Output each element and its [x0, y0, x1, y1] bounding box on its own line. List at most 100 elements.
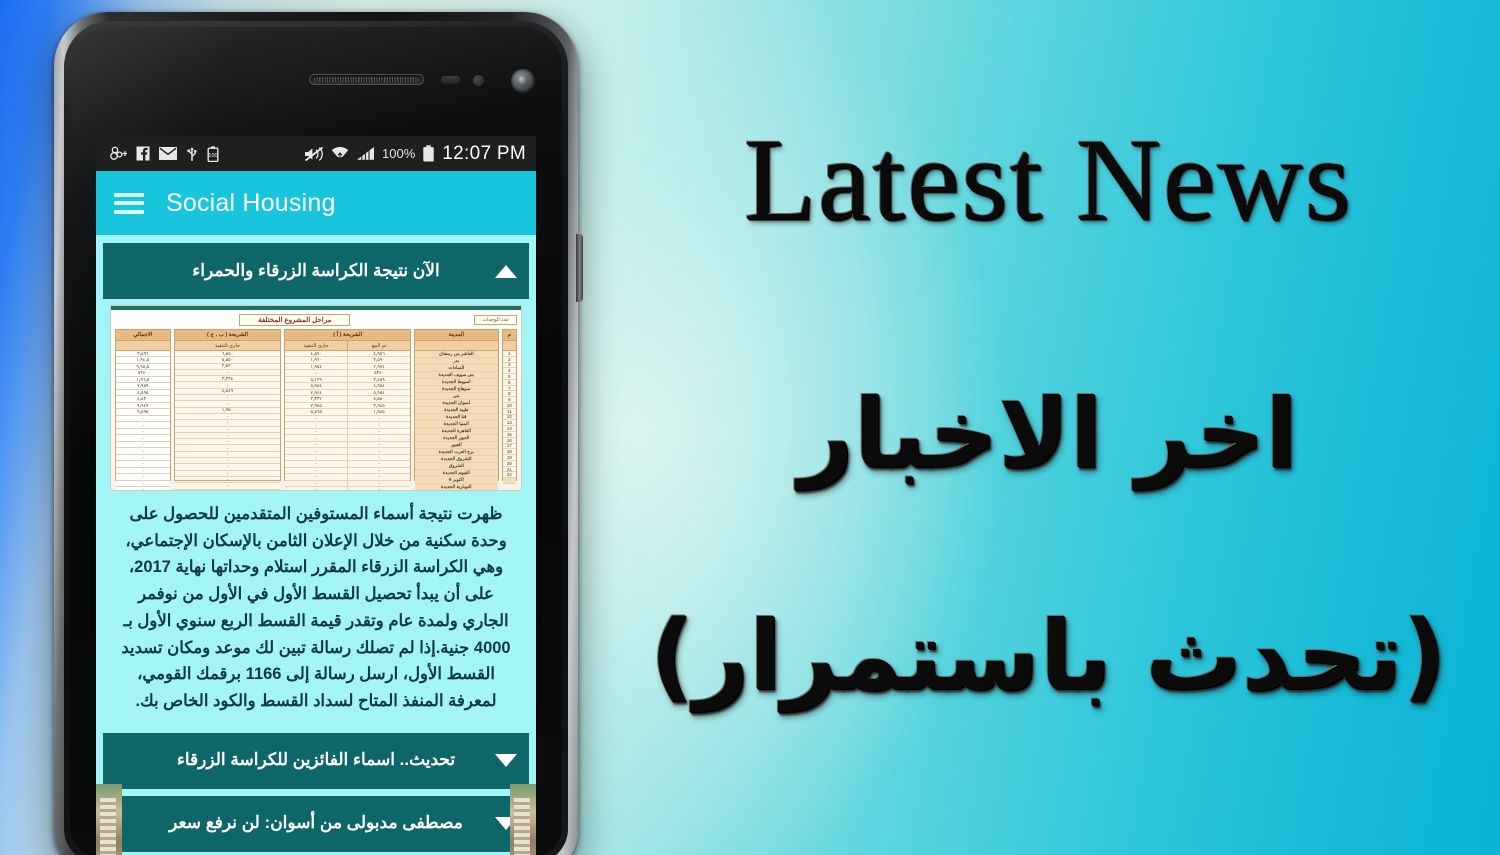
- table-cell: ٣٫٣٣٢: [285, 396, 349, 402]
- table-row: بنى: [415, 393, 498, 400]
- table-cell: قنا الجديدة: [415, 414, 498, 420]
- usb-icon: [186, 146, 198, 162]
- news-accordion-header-2[interactable]: تحديث.. اسماء الفائزين للكراسة الزرقاء: [103, 732, 529, 789]
- table-cell: -: [115, 415, 170, 422]
- news-list[interactable]: الآن نتيجة الكراسة الزرقاء والحمراء عدد …: [96, 235, 536, 855]
- table-stage-bc-cells: ٦٫٥٥٠ ٥٫٥٥٠ ٣٫٥٢٠-٣٫٣٣٤-٤٫٥٤٩- -١٫٩٥٠- - - - - -…: [174, 351, 281, 490]
- table-row: برج العرب الجديدة: [415, 449, 498, 456]
- table-cell: -: [226, 477, 229, 483]
- email-icon: [159, 147, 177, 160]
- news-table-image: عدد الوحدات مراحل المشروع المختلفة م 123…: [110, 305, 522, 491]
- table-cell: -: [115, 454, 170, 461]
- table-cell: -: [378, 454, 380, 460]
- table-cell: -: [115, 480, 170, 487]
- table-cell: -: [378, 487, 380, 491]
- table-cell: -: [285, 487, 349, 490]
- table-cell: -: [226, 395, 229, 401]
- hamburger-menu-icon[interactable]: [114, 192, 144, 214]
- table-cell: 2: [508, 356, 511, 362]
- news-thumbnail-left: [96, 784, 122, 855]
- table-cell: -: [378, 480, 380, 486]
- table-cell: ٣٫٥٩٠: [373, 357, 385, 363]
- table-cell: 7: [508, 385, 511, 391]
- google-plus-icon: [110, 146, 127, 161]
- table-cell: -: [115, 422, 170, 428]
- table-cell: -: [226, 370, 229, 376]
- table-cell: -: [115, 428, 170, 435]
- news-accordion-title-1: الآن نتيجة الكراسة الزرقاء والحمراء: [192, 260, 440, 280]
- table-row: الفيوم الجديدة: [415, 470, 498, 477]
- table-row: السادات: [415, 365, 498, 372]
- table-badge: عدد الوحدات: [474, 315, 517, 325]
- facebook-icon: [136, 146, 150, 161]
- table-cell: بنى: [415, 393, 498, 399]
- table-index-cells: 1 2 3 4 5 6 7 8 9 10 11 12 13 14 15 16 17 18 19 20 21 22: [502, 351, 516, 484]
- table-cell: ٤٫٥٩٠: [285, 351, 349, 357]
- table-cell: ٣٫٣٣٤: [221, 376, 234, 381]
- news-accordion-header-1[interactable]: الآن نتيجة الكراسة الزرقاء والحمراء: [103, 243, 529, 299]
- table-header-stage-a: الشريحة ( أ ): [285, 330, 411, 341]
- table-cell: -: [285, 422, 349, 428]
- table-cell: 6 أكتوبر: [415, 477, 498, 483]
- light-sensor-icon: [473, 75, 484, 86]
- table-row: بنى سويف الجديدة: [415, 372, 498, 379]
- proximity-sensor-icon: [441, 76, 460, 84]
- table-column-index: م 1 2 3 4 5 6 7 8 9 10 11 12 13 14 15 16 17 18 19 20 21 22: [501, 329, 517, 484]
- table-cell: العاشر من رمضان: [415, 351, 498, 357]
- table-cell: -: [285, 370, 349, 376]
- table-cell: 4: [508, 368, 511, 374]
- power-button[interactable]: [576, 234, 583, 302]
- table-cell: ٤٫٥٤٩: [221, 388, 234, 394]
- table-cell: ٣٫٥٢٠: [221, 363, 234, 369]
- news-body-text-1: ظهرت نتيجة أسماء المستوفين المتقدمين للح…: [121, 505, 511, 711]
- table-row: قنا الجديدة: [415, 414, 498, 421]
- table-cell: 16: [506, 437, 512, 443]
- table-cell: -: [285, 467, 349, 474]
- table-cell: ١٫٩٥٤: [285, 363, 349, 370]
- table-cell: ٨٫٥٥٠: [373, 396, 385, 402]
- table-cell: 1٫٩٥٦: [373, 351, 385, 356]
- table-cell: ١٫٩٦٫٥: [115, 376, 170, 383]
- caret-down-icon: [495, 754, 517, 768]
- table-cell: 12: [506, 414, 512, 420]
- earpiece-speaker-icon: [309, 74, 424, 85]
- news-accordion-panel-1: عدد الوحدات مراحل المشروع المختلفة م 123…: [103, 299, 529, 731]
- table-cell: ١٫٩٤٫٥: [115, 357, 170, 363]
- table-cell: -: [226, 420, 229, 426]
- table-cell: -: [285, 448, 349, 454]
- table-cell: -: [378, 416, 380, 422]
- table-column-stage-a: الشريحة ( أ ) تم البيع جارى التنفيذ 1٫٩٥…: [284, 329, 412, 490]
- table-cell: -: [226, 401, 229, 407]
- table-cell: ٣٫٩٤٥: [373, 402, 385, 408]
- table-cell: النوبارية الجديدة: [415, 484, 498, 490]
- table-column-total: الاجمالي ٣٫٥٩٦ ١٫٩٤٫٥ ٩٫٩٥٫٥ ٥٣٤٠ ١٫٩٦٫٥ ٧٫٩٥…: [114, 329, 171, 490]
- table-cell: العبور الجديدة: [415, 435, 498, 441]
- table-cell: ٦٫٥٥٠: [221, 351, 234, 356]
- table-subheader-a1: تم البيع: [348, 341, 411, 350]
- table-cell: ٥٫٩٨٤: [285, 383, 349, 389]
- table-cell: ١٫٩٤٥: [373, 409, 385, 415]
- table-row: بدر: [415, 358, 498, 365]
- news-accordion-header-3[interactable]: مصطفى مدبولى من أسوان: لن نرفع سعر: [103, 795, 529, 852]
- table-row: القاهرة الجديدة: [415, 428, 498, 435]
- table-subheader-a2: جارى التنفيذ: [285, 341, 349, 350]
- table-cell: 21: [506, 466, 512, 472]
- table-cell: ١٫٩٦٠: [285, 357, 349, 363]
- table-cell: -: [226, 483, 229, 489]
- table-cell: ٧٫٩٥٥: [285, 402, 349, 409]
- table-row: العبور الجديدة: [415, 435, 498, 442]
- table-cell: 1: [508, 351, 511, 356]
- table-cell: بدر: [415, 358, 498, 364]
- table-row: طيبة الجديدة: [415, 407, 498, 414]
- table-cell: -: [378, 448, 380, 454]
- table-subheader-b1: جارى التنفيذ: [174, 341, 281, 350]
- battery-icon: [422, 145, 435, 162]
- table-cell: -: [226, 382, 229, 388]
- table-header-city: المدينة: [415, 330, 498, 341]
- table-cell: ٧٫٩٤٤: [285, 389, 349, 396]
- table-cell: ٥٫٥٦٥: [285, 409, 349, 415]
- table-cell: -: [226, 445, 229, 451]
- table-cell: -: [285, 415, 349, 422]
- table-cell: -: [115, 448, 170, 454]
- news-thumbnail-right: [510, 784, 536, 855]
